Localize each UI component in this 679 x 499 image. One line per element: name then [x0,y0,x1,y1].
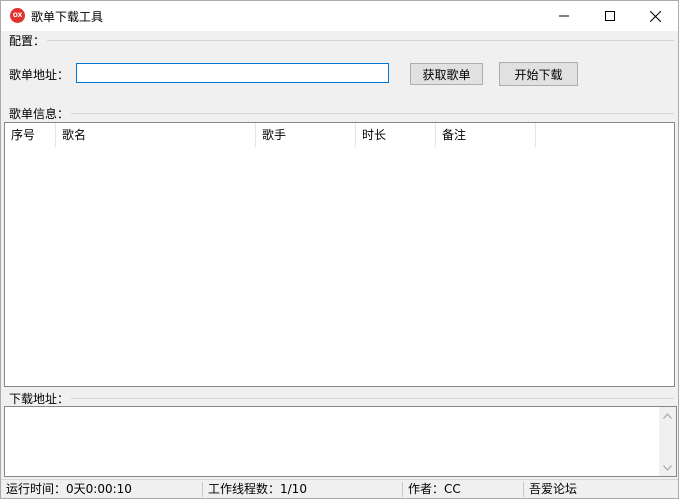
minimize-button[interactable] [541,1,587,31]
status-threads: 工作线程数：1/10 [208,482,307,496]
title-bar[interactable]: OX 歌单下载工具 [1,1,678,31]
config-group-divider [41,40,674,41]
playlist-url-input[interactable] [76,63,389,83]
maximize-button[interactable] [587,1,633,31]
download-group-divider [65,398,674,399]
status-runtime: 运行时间：0天0:00:10 [6,482,132,496]
column-header-notes[interactable]: 备注 [436,123,536,147]
playlist-group-label: 歌单信息： [9,105,72,122]
status-separator [523,482,524,497]
download-url-textarea[interactable] [4,406,677,477]
status-bar: 运行时间：0天0:00:10 工作线程数：1/10 作者：CC 吾爱论坛 [1,479,678,498]
column-header-song[interactable]: 歌名 [56,123,256,147]
status-forum: 吾爱论坛 [529,482,578,496]
column-header-index[interactable]: 序号 [5,123,56,147]
playlist-table[interactable]: 序号 歌名 歌手 时长 备注 [4,122,675,387]
minimize-icon [559,15,569,17]
fetch-playlist-button[interactable]: 获取歌单 [410,63,483,85]
chevron-down-icon [663,464,672,471]
chevron-up-icon [663,412,672,419]
config-group-label: 配置： [9,32,48,49]
playlist-url-label: 歌单地址： [9,68,70,82]
column-header-duration[interactable]: 时长 [356,123,436,147]
status-separator [202,482,203,497]
table-header: 序号 歌名 歌手 时长 备注 [5,123,674,147]
status-author: 作者：CC [408,482,461,496]
scroll-up-button[interactable] [659,407,676,424]
scroll-down-button[interactable] [659,459,676,476]
download-group-label: 下载地址： [9,390,72,407]
window-title: 歌单下载工具 [31,10,104,24]
close-icon [649,10,661,22]
vertical-scrollbar[interactable] [659,407,676,476]
app-logo-icon: OX [10,8,25,23]
close-button[interactable] [632,1,678,31]
app-window: OX 歌单下载工具 配置： 歌单地址： 获取歌单 开始下载 歌单信息： 序号 歌… [0,0,679,499]
maximize-icon [605,11,615,21]
column-header-artist[interactable]: 歌手 [256,123,356,147]
start-download-button[interactable]: 开始下载 [499,62,578,86]
playlist-group-divider [65,113,674,114]
status-separator [402,482,403,497]
